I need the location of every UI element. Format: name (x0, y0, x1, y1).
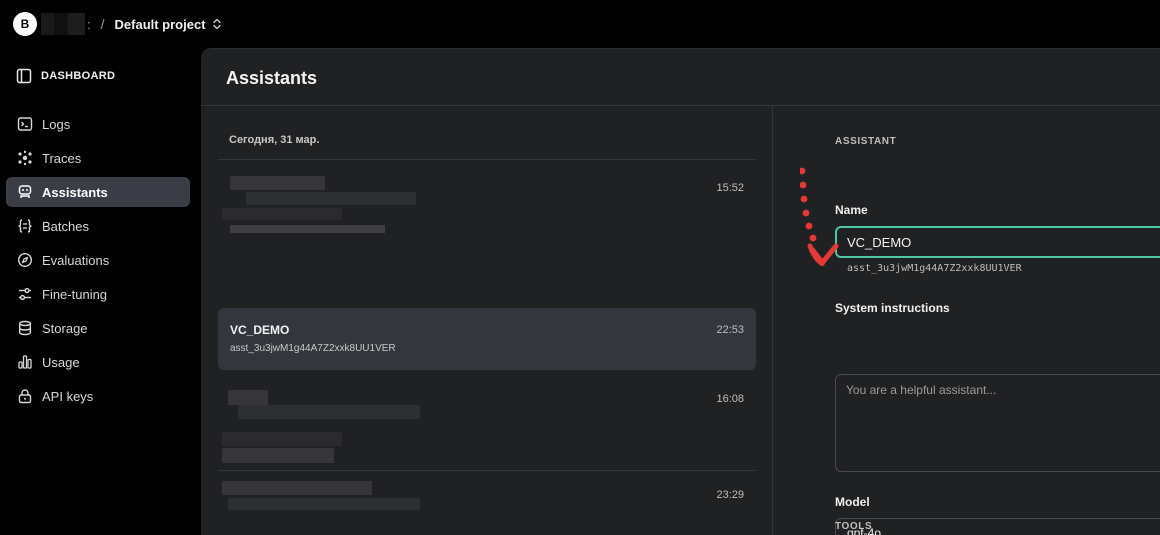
row-id: asst_3u3jwM1g44A7Z2xxk8UU1VER (230, 343, 396, 354)
sidebar-item-label: Traces (42, 150, 82, 166)
sidebar-item-traces[interactable]: Traces (6, 143, 190, 173)
section-label-tools: TOOLS (835, 521, 873, 532)
row-time: 22:53 (716, 324, 744, 336)
list-item[interactable]: 16:08 (218, 384, 756, 464)
redacted-name (222, 481, 372, 495)
sidebar: DASHBOARD Logs Traces Assistants Batches… (0, 48, 201, 535)
row-time: 15:52 (716, 182, 744, 194)
sidebar-item-api-keys[interactable]: API keys (6, 381, 190, 411)
redacted-text (222, 432, 342, 446)
list-item[interactable]: 15:52 (218, 168, 756, 248)
lock-icon (16, 388, 33, 405)
assistant-name-input[interactable] (835, 226, 1160, 258)
traces-icon (16, 150, 33, 167)
redacted-id (228, 498, 420, 510)
sidebar-item-logs[interactable]: Logs (6, 109, 190, 139)
redacted-text (222, 208, 342, 220)
assistant-id: asst_3u3jwM1g44A7Z2xxk8UU1VER (847, 263, 1022, 274)
sidebar-item-label: Storage (42, 320, 88, 336)
sidebar-item-evaluations[interactable]: Evaluations (6, 245, 190, 275)
org-name-redacted (41, 13, 85, 35)
org-suffix: : (87, 16, 91, 32)
sidebar-item-label: Batches (42, 218, 89, 234)
braces-icon (16, 218, 33, 235)
row-time: 16:08 (716, 393, 744, 405)
top-bar: B : / Default project (0, 0, 1160, 48)
bar-chart-icon (16, 354, 33, 371)
layout-panel-icon (16, 68, 32, 84)
redacted-id (238, 405, 420, 419)
sliders-icon (16, 286, 33, 303)
page-title: Assistants (226, 68, 318, 88)
section-label-assistant: ASSISTANT (835, 136, 897, 147)
date-group-header: Сегодня, 31 мар. (229, 134, 320, 146)
redacted-text (222, 448, 334, 463)
redacted-name (228, 390, 268, 405)
robot-icon (16, 184, 33, 201)
model-select[interactable]: gpt-4o (835, 518, 1160, 535)
list-item-selected[interactable]: VC_DEMO asst_3u3jwM1g44A7Z2xxk8UU1VER 22… (218, 308, 756, 370)
main-panel: Assistants Сегодня, 31 мар. 15:52 VC_DEM… (201, 48, 1160, 535)
sidebar-item-assistants[interactable]: Assistants (6, 177, 190, 207)
model-label: Model (835, 495, 870, 509)
annotation-arrow-icon (800, 167, 839, 266)
sidebar-item-usage[interactable]: Usage (6, 347, 190, 377)
sidebar-item-label: Usage (42, 354, 80, 370)
row-time: 23:29 (716, 489, 744, 501)
sidebar-item-label: Assistants (42, 184, 108, 200)
assistants-list: Сегодня, 31 мар. 15:52 VC_DEMO asst_3u3j… (201, 106, 772, 535)
sidebar-item-fine-tuning[interactable]: Fine-tuning (6, 279, 190, 309)
system-instructions-label: System instructions (835, 301, 950, 315)
sidebar-item-label: Evaluations (42, 252, 110, 268)
compass-icon (16, 252, 33, 269)
redacted-id (246, 192, 416, 205)
chevron-up-down-icon[interactable] (212, 18, 222, 30)
org-avatar[interactable]: B (13, 12, 37, 36)
sidebar-item-batches[interactable]: Batches (6, 211, 190, 241)
breadcrumb-separator: / (100, 16, 105, 32)
list-item[interactable]: 23:29 (218, 476, 756, 526)
project-selector[interactable]: Default project (115, 17, 206, 32)
list-divider (218, 470, 756, 471)
list-divider (218, 159, 756, 160)
terminal-icon (16, 116, 33, 133)
sidebar-item-label: Fine-tuning (42, 286, 108, 302)
sidebar-item-storage[interactable]: Storage (6, 313, 190, 343)
database-icon (16, 320, 33, 337)
redacted-text (230, 225, 385, 233)
row-name: VC_DEMO (230, 323, 290, 337)
system-instructions-input[interactable] (835, 374, 1160, 472)
sidebar-item-label: API keys (42, 388, 94, 404)
sidebar-item-label: Logs (42, 116, 71, 132)
sidebar-header-label: DASHBOARD (41, 70, 116, 82)
redacted-name (230, 176, 325, 190)
sidebar-header[interactable]: DASHBOARD (16, 68, 115, 84)
